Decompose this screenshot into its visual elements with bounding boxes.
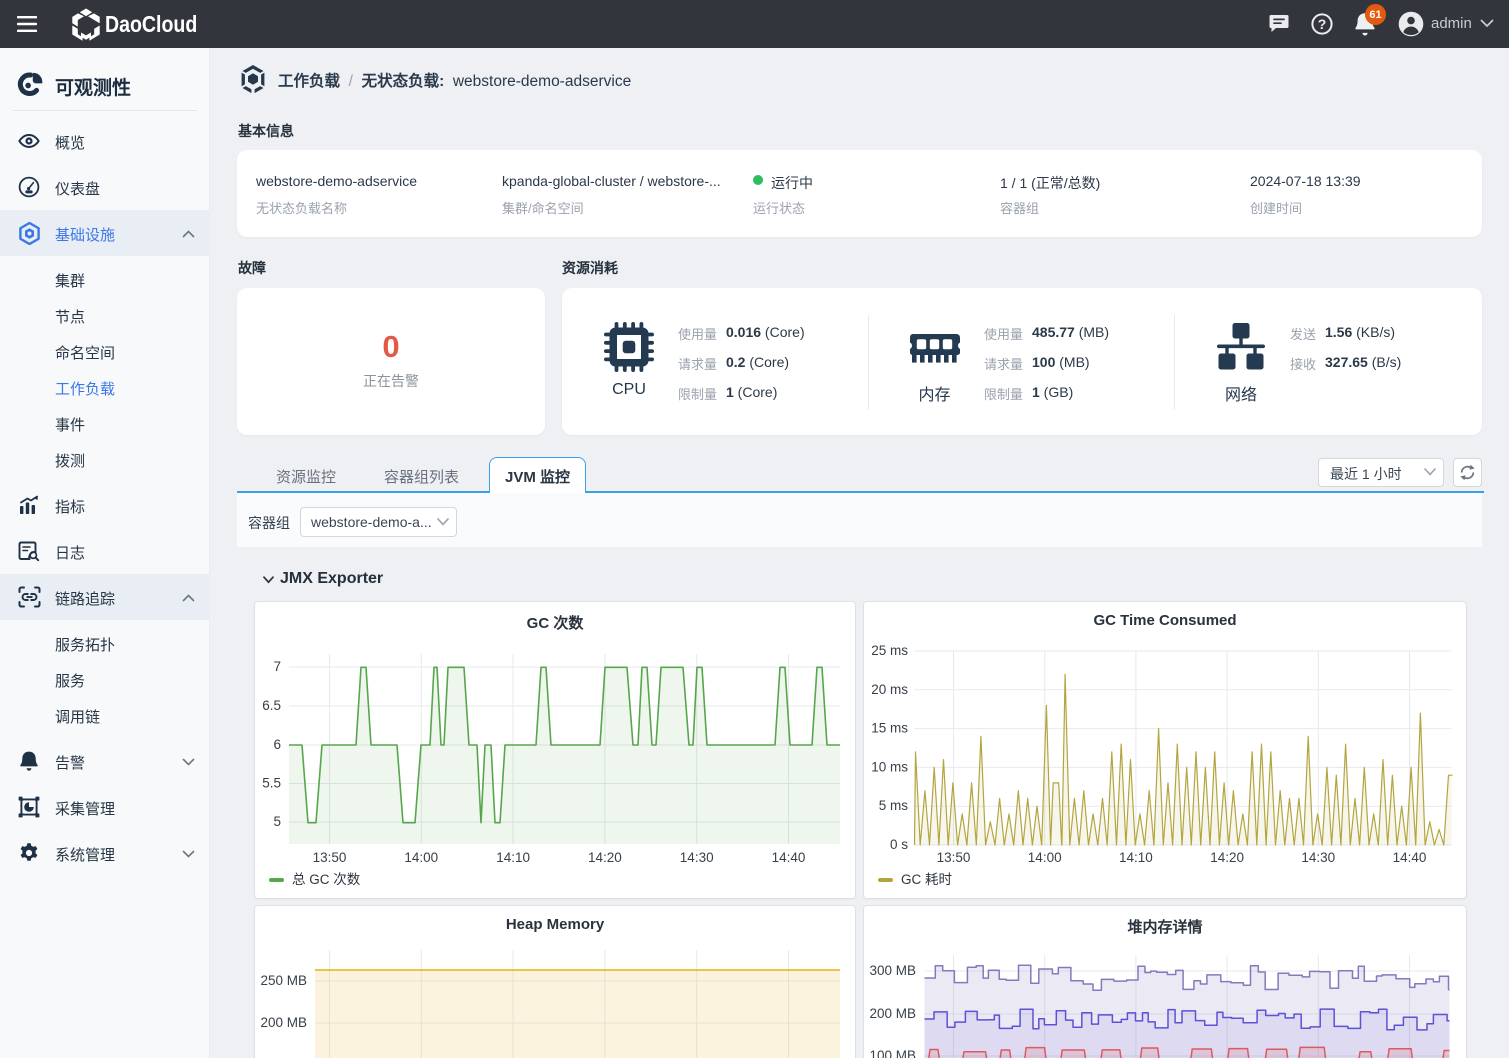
svg-text:5 ms: 5 ms xyxy=(879,798,909,813)
svg-text:14:30: 14:30 xyxy=(1301,850,1335,865)
svg-text:250 MB: 250 MB xyxy=(260,973,307,988)
svg-text:6.5: 6.5 xyxy=(262,698,281,713)
svg-text:5.5: 5.5 xyxy=(262,776,281,791)
svg-text:100 MB: 100 MB xyxy=(869,1048,916,1058)
svg-text:14:10: 14:10 xyxy=(496,850,530,865)
svg-text:0 s: 0 s xyxy=(890,837,908,852)
svg-text:200 MB: 200 MB xyxy=(260,1015,307,1030)
svg-text:14:20: 14:20 xyxy=(588,850,622,865)
svg-text:6: 6 xyxy=(273,737,281,752)
svg-text:14:00: 14:00 xyxy=(1028,850,1062,865)
svg-text:13:50: 13:50 xyxy=(937,850,971,865)
svg-text:10 ms: 10 ms xyxy=(871,759,908,774)
svg-text:总 GC 次数: 总 GC 次数 xyxy=(292,872,361,887)
svg-text:13:50: 13:50 xyxy=(313,850,347,865)
svg-text:14:40: 14:40 xyxy=(1393,850,1427,865)
svg-text:20 ms: 20 ms xyxy=(871,682,908,697)
svg-text:200 MB: 200 MB xyxy=(869,1006,916,1021)
svg-text:15 ms: 15 ms xyxy=(871,721,908,736)
svg-text:14:20: 14:20 xyxy=(1210,850,1244,865)
svg-text:GC 耗时: GC 耗时 xyxy=(901,872,952,887)
svg-text:5: 5 xyxy=(273,814,281,829)
svg-text:?: ? xyxy=(1318,16,1327,32)
svg-text:14:10: 14:10 xyxy=(1119,850,1153,865)
svg-text:300 MB: 300 MB xyxy=(869,963,916,978)
svg-text:14:00: 14:00 xyxy=(404,850,438,865)
svg-text:14:40: 14:40 xyxy=(772,850,806,865)
svg-text:25 ms: 25 ms xyxy=(871,643,908,658)
svg-text:7: 7 xyxy=(273,659,281,674)
svg-text:14:30: 14:30 xyxy=(680,850,714,865)
